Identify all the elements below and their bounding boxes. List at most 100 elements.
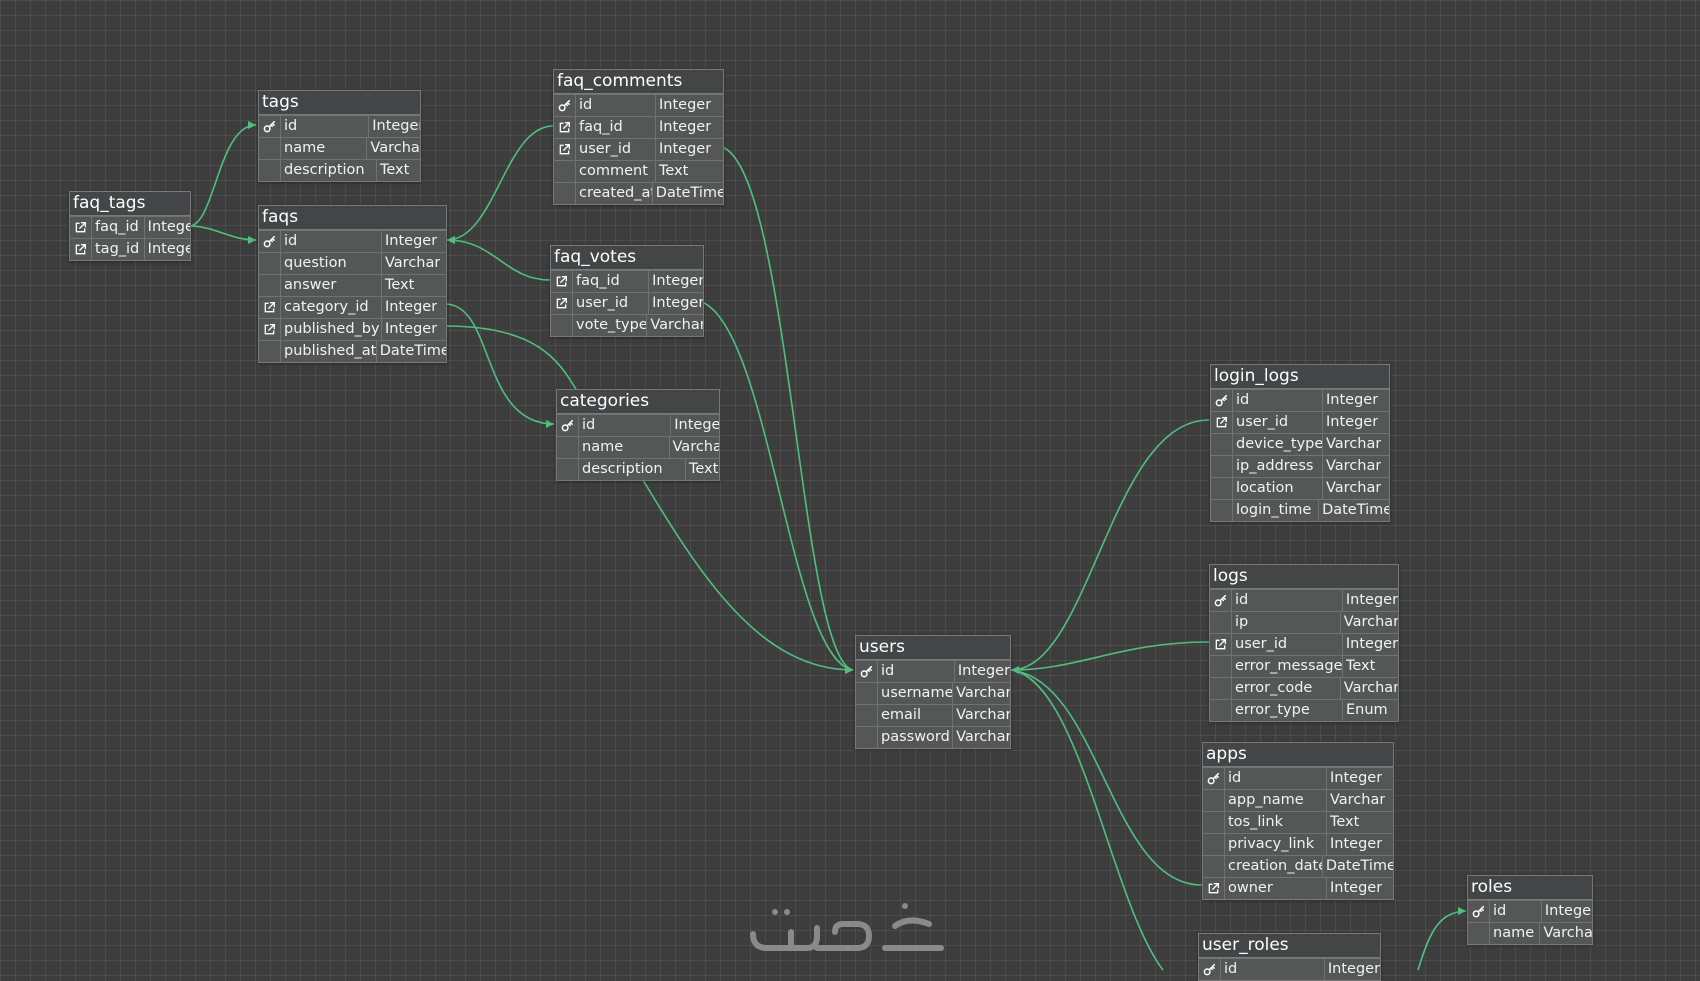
external-link-icon — [554, 139, 576, 160]
column-name: description — [579, 459, 686, 480]
column-name: tos_link — [1225, 812, 1327, 833]
column-row[interactable]: idInteger — [1210, 589, 1398, 611]
column-row[interactable]: ip_address Varchar — [1211, 455, 1389, 477]
column-row[interactable]: creation_date DateTime — [1203, 855, 1393, 877]
column-row[interactable]: tos_link Text — [1203, 811, 1393, 833]
column-row[interactable]: idInteger — [259, 115, 420, 137]
table-header[interactable]: users — [856, 636, 1010, 660]
table-header[interactable]: faq_votes — [551, 246, 703, 270]
table-header[interactable]: faq_tags — [70, 192, 190, 216]
column-row[interactable]: published_by Integer — [259, 318, 446, 340]
column-type: DateTime — [1325, 858, 1393, 874]
relation-faq-tags-tag-id[interactable] — [188, 124, 257, 227]
relation-categories-users[interactable] — [639, 474, 854, 671]
column-row[interactable]: idInteger — [1199, 958, 1380, 980]
table-header[interactable]: roles — [1468, 876, 1592, 900]
column-row[interactable]: answer Text — [259, 274, 446, 296]
table-users[interactable]: users id Integer username Varchar email Varcha… — [855, 635, 1011, 749]
table-header[interactable]: faq_comments — [554, 70, 723, 94]
column-row[interactable]: idInteger — [259, 230, 446, 252]
column-row[interactable]: ip Varchar — [1210, 611, 1398, 633]
column-row[interactable]: user_id Integer — [554, 138, 723, 160]
table-faq-comments[interactable]: faq_comments id Integer faq_id Integer user_i… — [553, 69, 724, 205]
table-login-logs[interactable]: login_logs id Integer user_id Integer device_… — [1210, 364, 1390, 522]
column-row[interactable]: created_at DateTime — [554, 182, 723, 204]
column-type: Varchar — [956, 707, 1010, 723]
relation-user-roles-users[interactable] — [1010, 669, 1164, 971]
column-row[interactable]: idInteger — [1468, 900, 1592, 922]
relation-apps-owner[interactable] — [1010, 669, 1203, 886]
column-name: description — [281, 160, 377, 181]
diagram-canvas[interactable]: tagsidIntegernameVarchardescriptionText … — [0, 0, 1700, 981]
column-row[interactable]: location Varchar — [1211, 477, 1389, 499]
column-row[interactable]: app_name Varchar — [1203, 789, 1393, 811]
table-header[interactable]: user_roles — [1199, 934, 1380, 958]
empty-icon-slot — [1210, 700, 1232, 721]
column-row[interactable]: error_type Enum — [1210, 699, 1398, 721]
table-header[interactable]: categories — [557, 390, 719, 414]
table-faqs[interactable]: faqs id Integer question Varchar answer Text ca… — [258, 205, 447, 363]
column-type: DateTime — [379, 343, 446, 359]
key-icon — [554, 95, 576, 116]
relation-user-roles-roles[interactable] — [1417, 910, 1467, 971]
table-user-roles[interactable]: user_roles id Integer — [1198, 933, 1381, 981]
column-row[interactable]: idInteger — [557, 414, 719, 436]
table-faq-tags[interactable]: faq_tagsfaq_idIntegertag_idInteger — [69, 191, 191, 261]
relation-faq-comments-user-id[interactable] — [721, 146, 854, 671]
column-row[interactable]: idInteger — [856, 660, 1010, 682]
table-apps[interactable]: apps id Integer app_name Varchar tos_link Text… — [1202, 742, 1394, 900]
key-icon — [856, 661, 878, 682]
column-type: Integer — [652, 295, 703, 311]
table-header[interactable]: tags — [259, 91, 420, 115]
column-row[interactable]: idInteger — [1203, 767, 1393, 789]
relation-login-logs-user-id[interactable] — [1010, 419, 1210, 671]
table-header[interactable]: apps — [1203, 743, 1393, 767]
empty-icon-slot — [551, 315, 573, 336]
external-link-icon — [259, 297, 281, 318]
column-row[interactable]: vote_type Varchar — [551, 314, 703, 336]
table-categories[interactable]: categoriesidIntegernameVarchardescriptio… — [556, 389, 720, 481]
column-row[interactable]: username Varchar — [856, 682, 1010, 704]
column-row[interactable]: faq_idInteger — [554, 116, 723, 138]
table-header[interactable]: logs — [1210, 565, 1398, 589]
column-row[interactable]: user_id Integer — [551, 292, 703, 314]
column-row[interactable]: published_at DateTime — [259, 340, 446, 362]
column-row[interactable]: user_id Integer — [1211, 411, 1389, 433]
column-row[interactable]: login_time DateTime — [1211, 499, 1389, 521]
column-row[interactable]: nameVarchar — [259, 137, 420, 159]
column-row[interactable]: device_type Varchar — [1211, 433, 1389, 455]
column-row[interactable]: description Text — [557, 458, 719, 480]
table-faq-votes[interactable]: faq_votes faq_id Integer user_id Integer vote… — [550, 245, 704, 337]
relation-faq-comments-faq-id[interactable] — [446, 125, 554, 241]
watermark-logo — [750, 903, 944, 951]
table-logs[interactable]: logs id Integer ip Varchar user_id Integer erro… — [1209, 564, 1399, 722]
column-row[interactable]: tag_idInteger — [70, 238, 190, 260]
column-type: Enum — [1346, 702, 1388, 718]
column-row[interactable]: error_message Text — [1210, 655, 1398, 677]
relation-faq-votes-user-id[interactable] — [701, 301, 854, 671]
column-row[interactable]: password Varchar — [856, 726, 1010, 748]
column-row[interactable]: idInteger — [554, 94, 723, 116]
column-row[interactable]: owner Integer — [1203, 877, 1393, 899]
table-header[interactable]: faqs — [259, 206, 446, 230]
table-roles[interactable]: rolesidIntegernameVarchar — [1467, 875, 1593, 945]
column-row[interactable]: privacy_link Integer — [1203, 833, 1393, 855]
column-type: Varchar — [1343, 680, 1398, 696]
column-row[interactable]: question Varchar — [259, 252, 446, 274]
relation-faq-votes-faq-id[interactable] — [446, 239, 551, 281]
relation-faqs-category-id[interactable] — [444, 303, 555, 425]
column-row[interactable]: error_code Varchar — [1210, 677, 1398, 699]
table-tags[interactable]: tagsidIntegernameVarchardescriptionText — [258, 90, 421, 182]
column-row[interactable]: nameVarchar — [557, 436, 719, 458]
column-row[interactable]: faq_idInteger — [551, 270, 703, 292]
column-row[interactable]: faq_idInteger — [70, 216, 190, 238]
column-row[interactable]: comment Text — [554, 160, 723, 182]
column-row[interactable]: nameVarchar — [1468, 922, 1592, 944]
column-row[interactable]: email Varchar — [856, 704, 1010, 726]
column-row[interactable]: category_id Integer — [259, 296, 446, 318]
column-row[interactable]: idInteger — [1211, 389, 1389, 411]
column-row[interactable]: user_id Integer — [1210, 633, 1398, 655]
table-header[interactable]: login_logs — [1211, 365, 1389, 389]
relation-faq-tags-faq-id[interactable] — [188, 225, 257, 241]
column-row[interactable]: description Text — [259, 159, 420, 181]
